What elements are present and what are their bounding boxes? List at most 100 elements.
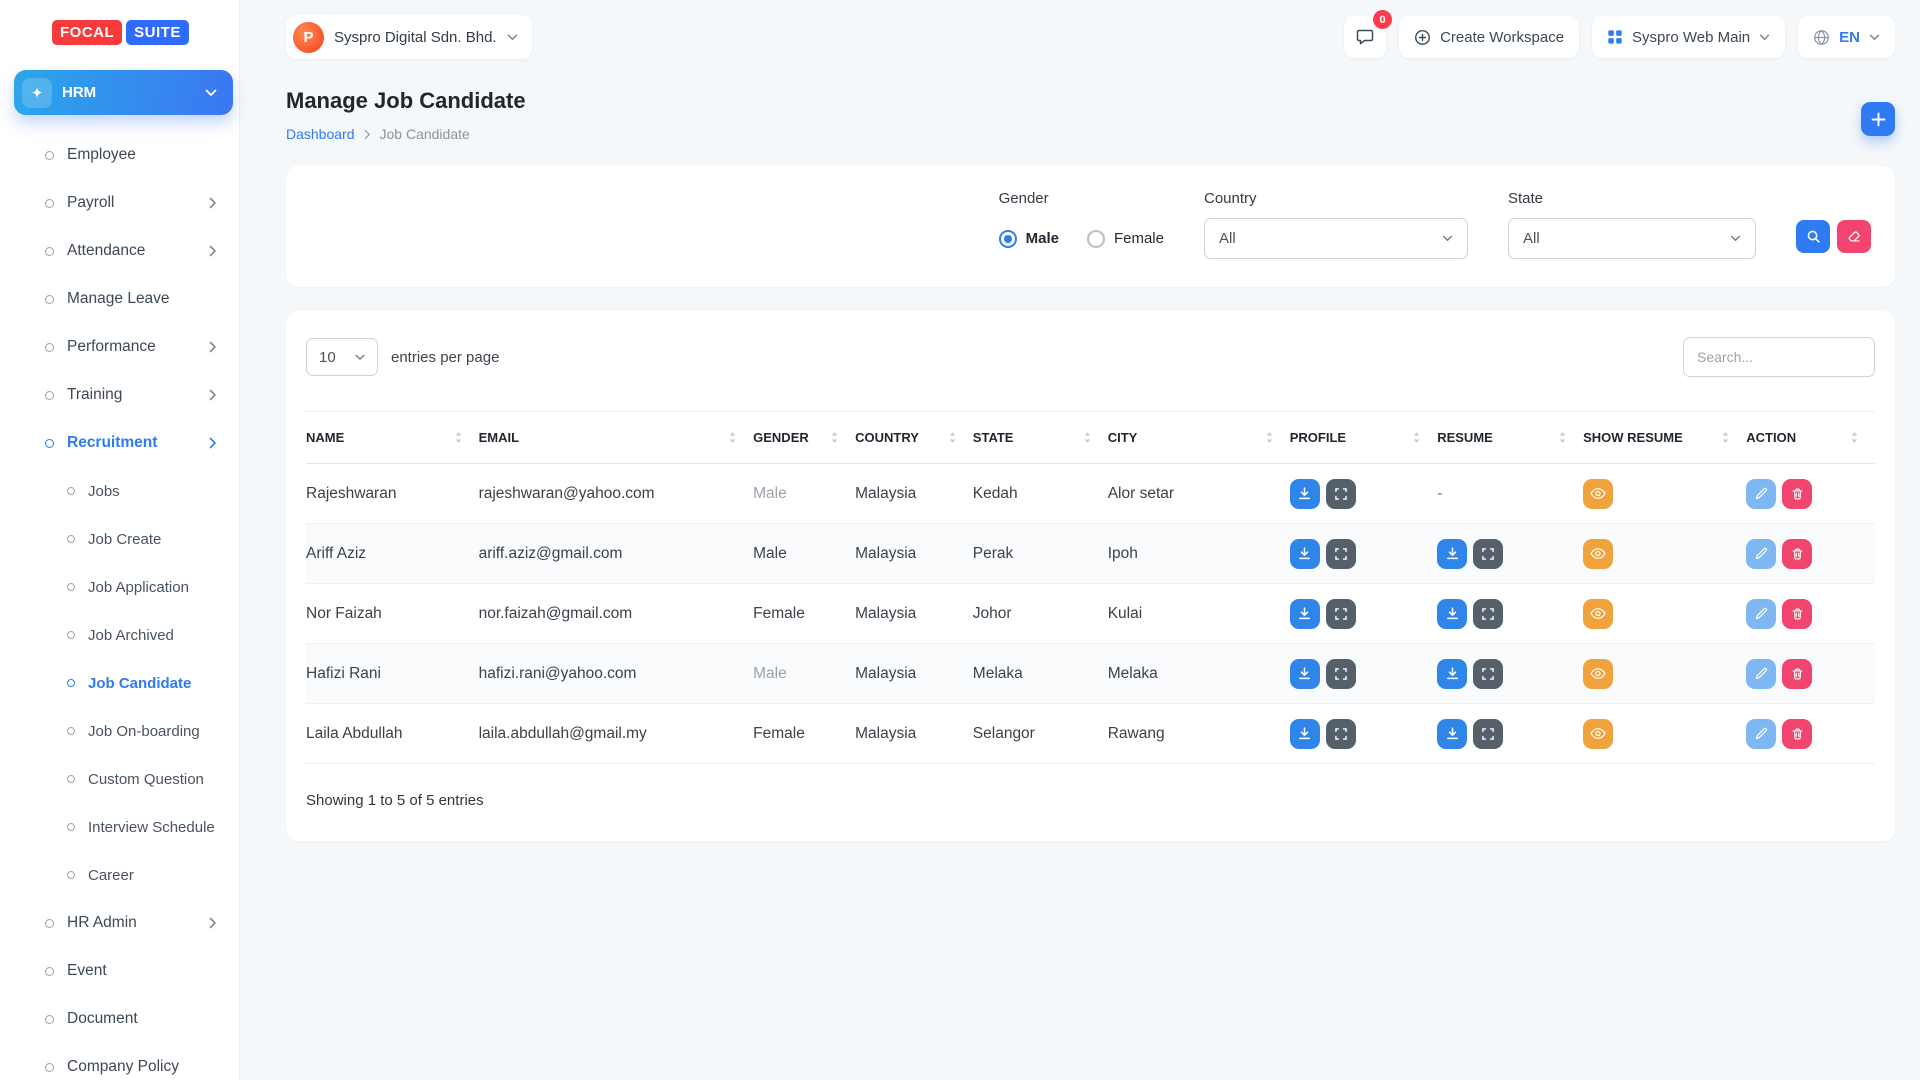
show-resume-button[interactable] (1583, 659, 1613, 689)
column-header-state[interactable]: STATE (973, 430, 1014, 445)
language-selector[interactable]: EN (1798, 16, 1895, 58)
cell-country: Malaysia (855, 524, 973, 584)
sidebar-item-payroll[interactable]: Payroll (0, 179, 239, 227)
sidebar-item-event[interactable]: Event (0, 947, 239, 995)
sort-icon[interactable] (830, 431, 839, 444)
apply-filter-button[interactable] (1796, 220, 1830, 253)
gender-male-radio[interactable]: Male (999, 230, 1059, 248)
edit-button[interactable] (1746, 599, 1776, 629)
resume-preview-button[interactable] (1473, 539, 1503, 569)
sidebar-subitem-jobs[interactable]: Jobs (0, 467, 239, 515)
column-header-action[interactable]: ACTION (1746, 430, 1796, 445)
show-resume-button[interactable] (1583, 719, 1613, 749)
sort-icon[interactable] (1265, 431, 1274, 444)
sidebar-item-document[interactable]: Document (0, 995, 239, 1043)
gender-female-radio[interactable]: Female (1087, 230, 1164, 248)
sidebar-subitem-job-application[interactable]: Job Application (0, 563, 239, 611)
profile-preview-button[interactable] (1326, 479, 1356, 509)
cell-country: Malaysia (855, 464, 973, 524)
cell-gender: Female (753, 584, 855, 644)
workspace-selector[interactable]: P Syspro Digital Sdn. Bhd. (286, 15, 532, 59)
show-resume-button[interactable] (1583, 599, 1613, 629)
cell-state: Perak (973, 524, 1108, 584)
profile-preview-button[interactable] (1326, 539, 1356, 569)
cell-profile (1290, 524, 1437, 584)
column-header-profile[interactable]: PROFILE (1290, 430, 1346, 445)
reset-filter-button[interactable] (1837, 220, 1871, 253)
column-header-country[interactable]: COUNTRY (855, 430, 919, 445)
column-header-gender[interactable]: GENDER (753, 430, 809, 445)
profile-download-button[interactable] (1290, 539, 1320, 569)
sort-icon[interactable] (1412, 431, 1421, 444)
sort-icon[interactable] (1083, 431, 1092, 444)
resume-download-button[interactable] (1437, 539, 1467, 569)
sort-icon[interactable] (454, 431, 463, 444)
app-switcher[interactable]: Syspro Web Main (1592, 16, 1785, 58)
bullet-icon (67, 775, 75, 783)
column-header-name[interactable]: NAME (306, 430, 344, 445)
delete-button[interactable] (1782, 719, 1812, 749)
sidebar-subitem-career[interactable]: Career (0, 851, 239, 899)
delete-button[interactable] (1782, 659, 1812, 689)
add-candidate-button[interactable] (1861, 102, 1895, 136)
sidebar-subitem-job-archived[interactable]: Job Archived (0, 611, 239, 659)
page-size-select[interactable]: 10 (306, 338, 378, 376)
sidebar-item-performance[interactable]: Performance (0, 323, 239, 371)
profile-download-button[interactable] (1290, 659, 1320, 689)
breadcrumb-dashboard-link[interactable]: Dashboard (286, 126, 355, 142)
brand-logo[interactable]: FOCAL SUITE (0, 0, 239, 64)
profile-download-button[interactable] (1290, 719, 1320, 749)
profile-download-button[interactable] (1290, 479, 1320, 509)
resume-download-button[interactable] (1437, 659, 1467, 689)
sort-icon[interactable] (1558, 431, 1567, 444)
edit-button[interactable] (1746, 719, 1776, 749)
resume-download-button[interactable] (1437, 599, 1467, 629)
show-resume-button[interactable] (1583, 539, 1613, 569)
resume-preview-button[interactable] (1473, 719, 1503, 749)
edit-button[interactable] (1746, 539, 1776, 569)
column-header-show-resume[interactable]: SHOW RESUME (1583, 430, 1683, 445)
sort-icon[interactable] (1721, 431, 1730, 444)
sidebar-subitem-job-onboarding[interactable]: Job On-boarding (0, 707, 239, 755)
messages-button[interactable]: 0 (1344, 16, 1386, 58)
sidebar-subitem-job-candidate[interactable]: Job Candidate (0, 659, 239, 707)
state-select-value: All (1523, 230, 1540, 247)
sidebar-subitem-interview-schedule[interactable]: Interview Schedule (0, 803, 239, 851)
country-select[interactable]: All (1204, 218, 1468, 259)
profile-preview-button[interactable] (1326, 599, 1356, 629)
show-resume-button[interactable] (1583, 479, 1613, 509)
sidebar-item-attendance[interactable]: Attendance (0, 227, 239, 275)
sidebar-subitem-job-create[interactable]: Job Create (0, 515, 239, 563)
delete-button[interactable] (1782, 479, 1812, 509)
sidebar-item-company-policy[interactable]: Company Policy (0, 1043, 239, 1080)
sidebar-item-employee[interactable]: Employee (0, 131, 239, 179)
sidebar-subitem-label: Interview Schedule (88, 819, 215, 836)
sort-icon[interactable] (948, 431, 957, 444)
create-workspace-button[interactable]: Create Workspace (1399, 16, 1579, 58)
column-header-resume[interactable]: RESUME (1437, 430, 1493, 445)
cell-profile (1290, 464, 1437, 524)
sidebar-item-hr-admin[interactable]: HR Admin (0, 899, 239, 947)
column-header-email[interactable]: EMAIL (479, 430, 519, 445)
sidebar-item-training[interactable]: Training (0, 371, 239, 419)
profile-preview-button[interactable] (1326, 719, 1356, 749)
resume-download-button[interactable] (1437, 719, 1467, 749)
sidebar-subitem-custom-question[interactable]: Custom Question (0, 755, 239, 803)
search-input[interactable] (1683, 337, 1875, 377)
sidebar-module-hrm[interactable]: ✦ HRM (14, 70, 233, 115)
column-header-city[interactable]: CITY (1108, 430, 1138, 445)
profile-preview-button[interactable] (1326, 659, 1356, 689)
delete-button[interactable] (1782, 539, 1812, 569)
sort-icon[interactable] (728, 431, 737, 444)
state-select[interactable]: All (1508, 218, 1756, 259)
chevron-down-icon (1442, 235, 1453, 242)
resume-preview-button[interactable] (1473, 599, 1503, 629)
sidebar-item-recruitment[interactable]: Recruitment (0, 419, 239, 467)
resume-preview-button[interactable] (1473, 659, 1503, 689)
delete-button[interactable] (1782, 599, 1812, 629)
sidebar-item-manage-leave[interactable]: Manage Leave (0, 275, 239, 323)
edit-button[interactable] (1746, 479, 1776, 509)
sort-icon[interactable] (1850, 431, 1859, 444)
profile-download-button[interactable] (1290, 599, 1320, 629)
edit-button[interactable] (1746, 659, 1776, 689)
